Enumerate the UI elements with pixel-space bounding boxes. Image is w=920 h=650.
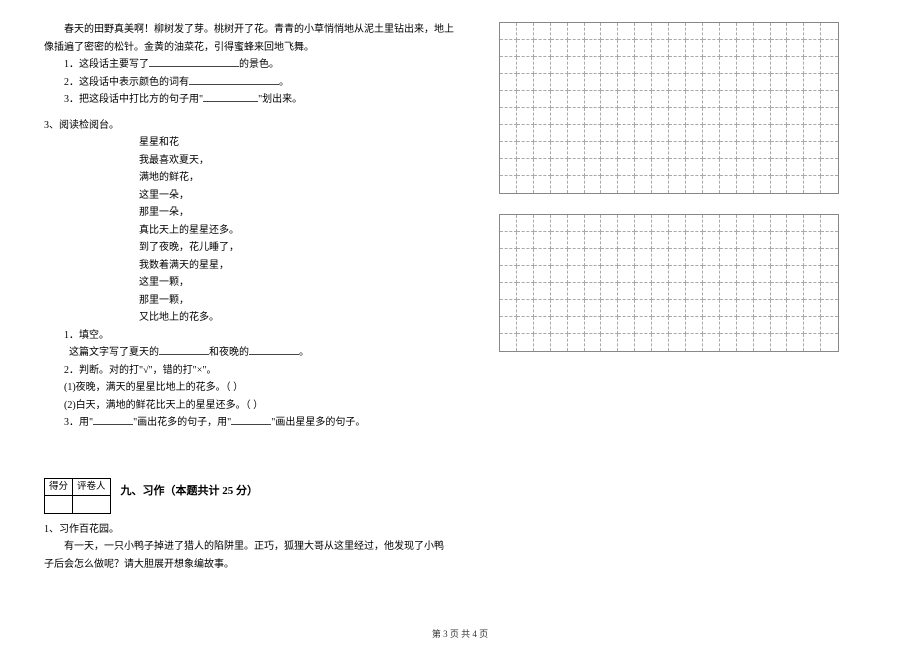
poem-line: 那里一颗， bbox=[139, 293, 459, 309]
blank-line bbox=[203, 93, 258, 103]
q1c: 。 bbox=[299, 347, 309, 358]
poem-line: 到了夜晚，花儿睡了， bbox=[139, 240, 459, 256]
passage2-heading: 3、阅读检阅台。 bbox=[44, 118, 459, 134]
poem-line: 这里一朵， bbox=[139, 188, 459, 204]
section9-line1: 有一天，一只小鸭子掉进了猎人的陷阱里。正巧，狐狸大哥从这里经过，他发现了小鸭 bbox=[44, 539, 459, 555]
blank-line bbox=[231, 416, 271, 426]
score-cell-2 bbox=[73, 496, 111, 514]
q1-suffix: 的景色。 bbox=[239, 59, 279, 70]
score-header-1: 得分 bbox=[45, 478, 73, 496]
score-cell-1 bbox=[45, 496, 73, 514]
passage2-q2-label: 2．判断。对的打"√"，错的打"×"。 bbox=[44, 363, 459, 379]
q3-prefix: 3．用" bbox=[64, 417, 93, 428]
poem-title: 星星和花 bbox=[139, 135, 459, 151]
page-footer: 第 3 页 共 4 页 bbox=[0, 627, 920, 640]
passage2-q2-item1: (1)夜晚，满天的星星比地上的花多。（ ） bbox=[44, 380, 459, 396]
score-header-2: 评卷人 bbox=[73, 478, 111, 496]
q3-suffix: "画出星星多的句子。 bbox=[271, 417, 365, 428]
section9-line2: 子后会怎么做呢？请大胆展开想象编故事。 bbox=[44, 557, 459, 573]
q2-suffix: 。 bbox=[279, 77, 289, 88]
passage2-q2-item2: (2)白天，满地的鲜花比天上的星星还多。（ ） bbox=[44, 398, 459, 414]
blank-line bbox=[189, 75, 279, 85]
poem-line: 这里一颗， bbox=[139, 275, 459, 291]
right-column bbox=[459, 22, 874, 574]
left-column: 春天的田野真美啊！柳树发了芽。桃树开了花。青青的小草悄悄地从泥土里钻出来，地上 … bbox=[44, 22, 459, 574]
q1a: 这篇文字写了夏天的 bbox=[69, 347, 159, 358]
q1-prefix: 1．这段话主要写了 bbox=[64, 59, 149, 70]
q3-mid: "画出花多的句子，用" bbox=[133, 417, 231, 428]
passage1-q1: 1．这段话主要写了 的景色。 bbox=[44, 57, 459, 73]
poem-line: 我数着满天的星星， bbox=[139, 258, 459, 274]
blank-line bbox=[249, 346, 299, 356]
writing-grid-2 bbox=[499, 214, 839, 352]
poem-block: 星星和花 我最喜欢夏天， 满地的鲜花， 这里一朵， 那里一朵， 真比天上的星星还… bbox=[44, 135, 459, 326]
q3-suffix: "划出来。 bbox=[258, 94, 302, 105]
passage1-q3: 3．把这段话中打比方的句子用" "划出来。 bbox=[44, 92, 459, 108]
blank-line bbox=[93, 416, 133, 426]
passage1-q2: 2．这段话中表示颜色的词有 。 bbox=[44, 75, 459, 91]
poem-line: 真比天上的星星还多。 bbox=[139, 223, 459, 239]
page-content: 春天的田野真美啊！柳树发了芽。桃树开了花。青青的小草悄悄地从泥土里钻出来，地上 … bbox=[0, 0, 920, 574]
poem-line: 又比地上的花多。 bbox=[139, 310, 459, 326]
score-table: 得分 评卷人 bbox=[44, 478, 111, 514]
writing-grid-1 bbox=[499, 22, 839, 194]
q3-prefix: 3．把这段话中打比方的句子用" bbox=[64, 94, 203, 105]
blank-line bbox=[159, 346, 209, 356]
passage1-line2: 像插遍了密密的松针。金黄的油菜花，引得蜜蜂来回地飞舞。 bbox=[44, 40, 459, 56]
q1b: 和夜晚的 bbox=[209, 347, 249, 358]
passage2-q1-label: 1．填空。 bbox=[44, 328, 459, 344]
passage2-q1-text: 这篇文字写了夏天的 和夜晚的 。 bbox=[44, 345, 459, 361]
passage2-q3: 3．用" "画出花多的句子，用" "画出星星多的句子。 bbox=[44, 415, 459, 431]
passage1-line1: 春天的田野真美啊！柳树发了芽。桃树开了花。青青的小草悄悄地从泥土里钻出来，地上 bbox=[44, 22, 459, 38]
poem-line: 我最喜欢夏天， bbox=[139, 153, 459, 169]
section9-q-label: 1、习作百花园。 bbox=[44, 522, 459, 538]
poem-line: 满地的鲜花， bbox=[139, 170, 459, 186]
q2-prefix: 2．这段话中表示颜色的词有 bbox=[64, 77, 189, 88]
blank-line bbox=[149, 58, 239, 68]
poem-line: 那里一朵， bbox=[139, 205, 459, 221]
